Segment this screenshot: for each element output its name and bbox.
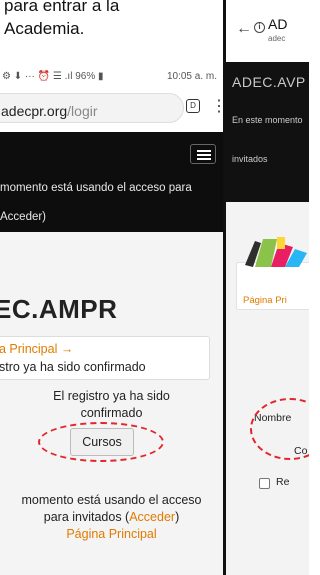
tab-switcher-icon[interactable]: D bbox=[186, 99, 200, 113]
breadcrumb: a Principal → stro ya ha sido confirmado bbox=[0, 336, 210, 380]
site-header-bar: momento está usando el acceso para Acced… bbox=[0, 132, 223, 232]
hero-card: Página Pri bbox=[236, 237, 309, 310]
breadcrumb-current: stro ya ha sido confirmado bbox=[0, 360, 146, 374]
url-text: adecpr.org/logir bbox=[1, 103, 98, 119]
intro-line-2: Academia. bbox=[4, 19, 85, 38]
info-icon[interactable]: i bbox=[254, 22, 265, 33]
guest-notice-line-1: momento está usando el acceso para bbox=[0, 182, 192, 194]
red-highlight-circle bbox=[250, 398, 309, 460]
page-content: Página Pri Nombre Co Re bbox=[226, 202, 309, 575]
status-bar: ⚙ ⬇ ··· ⏰ ☰ .ıl 96% ▮ 10:05 a. m. bbox=[0, 68, 223, 88]
site-url: adec bbox=[268, 34, 286, 43]
intro-line-1: para entrar a la bbox=[4, 0, 120, 15]
remember-label: Re bbox=[276, 476, 290, 488]
guest-notice-line-1: En este momento bbox=[232, 115, 303, 125]
acceder-link[interactable]: Acceder bbox=[129, 510, 175, 524]
page-title: EC.AMPR bbox=[0, 294, 118, 324]
footer-home-link[interactable]: Página Principal bbox=[0, 526, 223, 543]
red-highlight-circle bbox=[38, 422, 164, 462]
status-icons: ⚙ ⬇ ··· ⏰ ☰ .ıl 96% ▮ bbox=[2, 71, 104, 82]
browser-url-bar: 🔒 adecpr.org/logir D ⋮ bbox=[0, 90, 223, 128]
remember-checkbox[interactable] bbox=[259, 478, 270, 489]
guest-notice-line-2: Acceder) bbox=[0, 211, 47, 223]
site-name: AD bbox=[268, 16, 288, 32]
overflow-menu-icon[interactable]: ⋮ bbox=[211, 96, 223, 116]
url-field[interactable]: 🔒 adecpr.org/logir bbox=[0, 93, 184, 123]
page-content: EC.AMPR a Principal → stro ya ha sido co… bbox=[0, 232, 223, 575]
home-link[interactable]: Página Pri bbox=[243, 295, 287, 306]
guest-notice-line-2: invitados bbox=[232, 154, 268, 164]
site-header-bar: ADEC.AVP En este momento invitados bbox=[226, 62, 309, 202]
books-illustration-icon bbox=[245, 237, 307, 267]
left-phone-screenshot: para entrar a la Academia. ⚙ ⬇ ··· ⏰ ☰ .… bbox=[0, 0, 223, 575]
site-brand: ADEC.AVP bbox=[232, 74, 306, 90]
confirmation-message: El registro ya ha sido confirmado bbox=[53, 389, 170, 420]
breadcrumb-home-link[interactable]: a Principal → bbox=[0, 342, 73, 356]
status-time: 10:05 a. m. bbox=[166, 71, 217, 82]
right-phone-screenshot: ← i AD adec ADEC.AVP En este momento inv… bbox=[226, 0, 309, 575]
back-arrow-icon[interactable]: ← bbox=[236, 20, 252, 38]
footer-guest-notice: momento está usando el acceso para invit… bbox=[0, 492, 223, 543]
intro-caption: para entrar a la Academia. bbox=[0, 0, 223, 52]
browser-top-bar: ← i AD adec bbox=[226, 0, 309, 62]
hamburger-menu-icon[interactable] bbox=[190, 144, 216, 164]
